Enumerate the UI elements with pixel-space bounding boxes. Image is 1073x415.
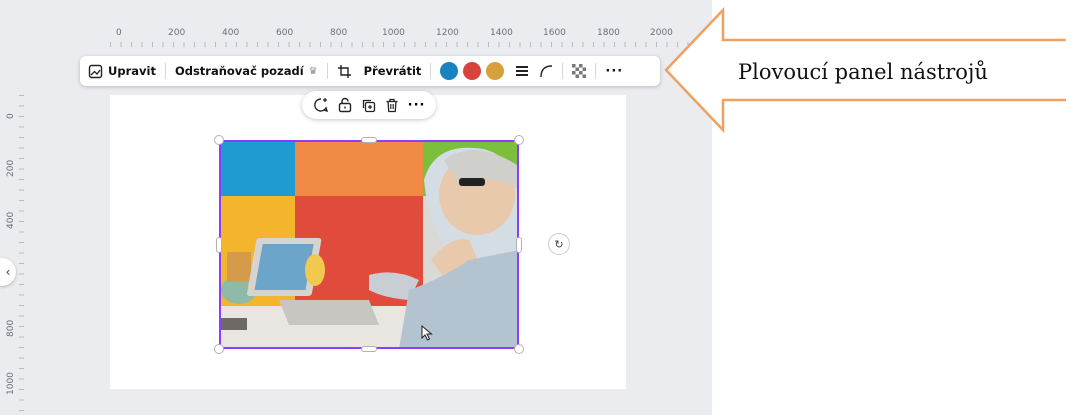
ruler-tick: 0 bbox=[116, 28, 122, 38]
background-remover-button[interactable]: Odstraňovač pozadí ♛ bbox=[175, 64, 318, 78]
top-ruler: 0 200 400 600 800 1000 1200 1400 1600 18… bbox=[110, 25, 712, 47]
editor-area[interactable]: 0 200 400 600 800 1000 1200 1400 1600 18… bbox=[0, 0, 712, 415]
divider bbox=[326, 63, 328, 79]
left-ruler: 0 200 400 600 800 1000 bbox=[0, 95, 24, 415]
divider bbox=[562, 63, 564, 79]
mouse-cursor-icon bbox=[421, 325, 433, 341]
rotate-button[interactable]: ↻ bbox=[548, 233, 570, 255]
corner-rounding-icon[interactable] bbox=[539, 64, 553, 78]
lock-icon[interactable] bbox=[338, 97, 352, 113]
ruler-tick: 400 bbox=[222, 28, 240, 38]
color-swatch-blue[interactable] bbox=[440, 62, 459, 80]
ruler-tick: 1200 bbox=[436, 28, 459, 38]
ruler-tick: 1600 bbox=[543, 28, 566, 38]
duplicate-icon[interactable] bbox=[361, 98, 376, 113]
resize-handle-right[interactable] bbox=[516, 237, 522, 253]
resize-handle-left[interactable] bbox=[216, 237, 222, 253]
edit-image-label: Upravit bbox=[108, 64, 156, 78]
flip-button[interactable]: Převrátit bbox=[364, 64, 422, 78]
color-swatch-gold[interactable] bbox=[486, 62, 505, 80]
edit-image-button[interactable]: Upravit bbox=[88, 64, 156, 79]
ruler-tick: 600 bbox=[276, 28, 294, 38]
resize-handle-bottom-left[interactable] bbox=[214, 344, 224, 354]
more-icon[interactable]: ··· bbox=[408, 98, 426, 113]
edit-image-icon bbox=[88, 64, 103, 78]
rotate-icon: ↻ bbox=[554, 237, 564, 251]
ruler-tick: 0 bbox=[6, 113, 16, 119]
background-remover-label: Odstraňovač pozadí bbox=[174, 64, 304, 78]
ruler-tick: 200 bbox=[6, 159, 16, 177]
resize-handle-top-left[interactable] bbox=[214, 135, 224, 145]
ruler-tick: 800 bbox=[6, 319, 16, 337]
transparency-icon[interactable] bbox=[572, 64, 587, 78]
trash-icon[interactable] bbox=[385, 98, 399, 113]
color-swatch-red[interactable] bbox=[463, 62, 482, 80]
crop-button[interactable] bbox=[337, 64, 352, 79]
more-options-icon[interactable]: ··· bbox=[605, 64, 623, 79]
crown-icon: ♛ bbox=[308, 65, 318, 77]
selection-frame bbox=[219, 140, 519, 349]
floating-toolbar: Upravit Odstraňovač pozadí ♛ Převrátit ·… bbox=[80, 56, 660, 86]
ruler-tick: 1000 bbox=[6, 372, 16, 395]
ruler-tick: 1400 bbox=[490, 28, 513, 38]
flip-label: Převrátit bbox=[363, 64, 422, 78]
border-style-icon[interactable] bbox=[515, 64, 529, 78]
divider bbox=[164, 63, 166, 79]
resize-handle-bottom[interactable] bbox=[361, 346, 377, 352]
callout-label: Plovoucí panel nástrojů bbox=[738, 60, 988, 84]
chevron-left-icon: ‹ bbox=[5, 265, 11, 279]
resize-handle-top-right[interactable] bbox=[514, 135, 524, 145]
resize-handle-bottom-right[interactable] bbox=[514, 344, 524, 354]
element-toolbar: ··· bbox=[302, 91, 436, 119]
ruler-tick: 200 bbox=[168, 28, 186, 38]
ruler-tick: 1000 bbox=[382, 28, 405, 38]
divider bbox=[595, 63, 597, 79]
ruler-tick: 800 bbox=[330, 28, 348, 38]
crop-icon bbox=[337, 64, 351, 78]
ruler-tick: 1800 bbox=[597, 28, 620, 38]
ruler-tick: 400 bbox=[6, 211, 16, 229]
resize-handle-top[interactable] bbox=[361, 137, 377, 143]
divider bbox=[430, 63, 432, 79]
comment-add-icon[interactable] bbox=[313, 97, 329, 113]
